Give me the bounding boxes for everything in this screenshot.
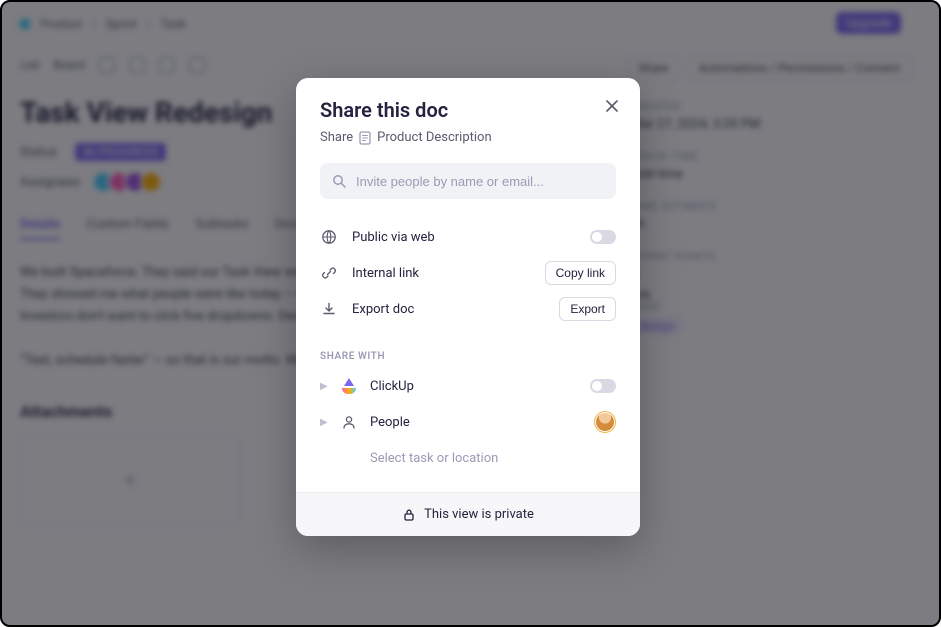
globe-icon [320,228,338,246]
export-row: Export doc Export [320,291,616,327]
search-icon [332,174,346,188]
export-label: Export doc [352,302,559,317]
share-clickup-label: ClickUp [370,379,590,394]
modal-title: Share this doc [320,98,616,122]
caret-right-icon: ▶ [320,381,332,392]
share-with-label: SHARE WITH [296,339,640,368]
caret-right-icon: ▶ [320,417,332,428]
lock-icon [402,508,416,522]
internal-link-row: Internal link Copy link [320,255,616,291]
invite-search[interactable] [320,163,616,199]
close-icon [605,99,619,113]
share-clickup-row[interactable]: ▶ ClickUp [320,368,616,404]
share-clickup-toggle[interactable] [590,379,616,393]
select-location-row[interactable]: ▶ Select task or location [320,440,616,476]
person-icon [340,413,358,431]
internal-link-label: Internal link [352,266,545,281]
public-web-toggle[interactable] [590,230,616,244]
footer-text: This view is private [424,507,534,522]
clickup-icon [340,377,358,395]
avatar [594,411,616,433]
copy-link-button[interactable]: Copy link [545,261,616,285]
share-subtitle: Share Product Description [320,130,616,145]
invite-input[interactable] [356,174,604,189]
public-web-row: Public via web [320,219,616,255]
download-icon [320,300,338,318]
share-people-label: People [370,415,594,430]
export-button[interactable]: Export [559,297,616,321]
link-icon [320,264,338,282]
doc-icon [359,131,371,145]
close-button[interactable] [602,96,622,116]
select-location-label: Select task or location [370,451,616,466]
public-web-label: Public via web [352,230,590,245]
share-people-row[interactable]: ▶ People [320,404,616,440]
share-modal: Share this doc Share Product Description… [296,78,640,536]
modal-footer: This view is private [296,492,640,536]
